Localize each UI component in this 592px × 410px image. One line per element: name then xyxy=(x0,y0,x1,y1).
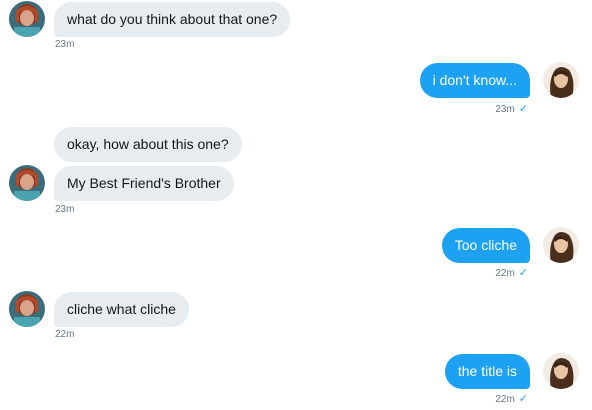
avatar-other-user[interactable] xyxy=(9,291,45,327)
checkmark-icon: ✓ xyxy=(518,393,528,405)
avatar-image xyxy=(9,291,45,327)
outgoing-message-bubble[interactable]: Too cliche xyxy=(441,228,530,263)
avatar-image xyxy=(9,1,45,37)
avatar-self[interactable] xyxy=(543,227,579,263)
incoming-message-bubble[interactable]: cliche what cliche xyxy=(54,292,189,327)
incoming-message-bubble[interactable]: okay, how about this one? xyxy=(54,127,242,162)
timestamp-text: 23m xyxy=(495,104,515,115)
avatar-image xyxy=(543,227,579,263)
avatar-other-user[interactable] xyxy=(9,1,45,37)
checkmark-icon: ✓ xyxy=(518,103,528,115)
checkmark-icon: ✓ xyxy=(518,267,528,279)
avatar-image xyxy=(543,62,579,98)
avatar-image xyxy=(9,165,45,201)
message-timestamp: 22m ✓ xyxy=(495,267,528,280)
message-timestamp: 23m xyxy=(55,39,75,50)
message-timestamp: 23m ✓ xyxy=(495,103,528,116)
timestamp-text: 22m xyxy=(495,394,515,405)
avatar-other-user[interactable] xyxy=(9,165,45,201)
outgoing-message-bubble[interactable]: i don't know... xyxy=(419,63,530,98)
message-timestamp: 22m ✓ xyxy=(495,393,528,406)
outgoing-message-bubble[interactable]: the title is xyxy=(444,354,530,389)
avatar-self[interactable] xyxy=(543,62,579,98)
avatar-self[interactable] xyxy=(543,353,579,389)
incoming-message-bubble[interactable]: what do you think about that one? xyxy=(54,2,291,37)
message-timestamp: 23m xyxy=(55,204,75,215)
avatar-image xyxy=(543,353,579,389)
incoming-message-bubble[interactable]: My Best Friend's Brother xyxy=(54,166,234,201)
message-timestamp: 22m xyxy=(55,329,75,340)
timestamp-text: 22m xyxy=(495,268,515,279)
